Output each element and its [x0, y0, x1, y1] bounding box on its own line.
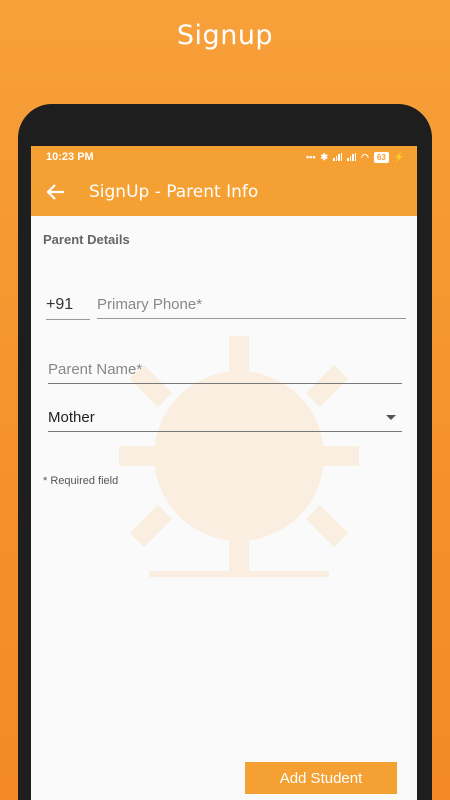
status-time: 10:23 PM	[46, 151, 94, 163]
app-bar: SignUp - Parent Info	[31, 168, 417, 216]
form-content: Parent Details +91 Primary Phone* Parent…	[31, 216, 417, 800]
wifi-icon: ◠	[361, 151, 369, 162]
back-arrow-icon[interactable]	[45, 181, 67, 203]
section-label: Parent Details	[43, 232, 130, 247]
primary-phone-input[interactable]: Primary Phone*	[97, 296, 406, 319]
app-screen: 10:23 PM ••• ✱ ◠ 63 ⚡ SignUp - Parent In…	[31, 146, 417, 800]
app-bar-title: SignUp - Parent Info	[89, 182, 259, 202]
relation-select[interactable]: Mother	[48, 409, 402, 432]
status-icons: ••• ✱ ◠ 63 ⚡	[306, 151, 405, 163]
signal-icon-2	[347, 153, 357, 161]
bluetooth-icon: ✱	[320, 151, 329, 162]
signal-icon	[333, 153, 343, 161]
battery-icon: 63	[373, 151, 389, 163]
relation-value: Mother	[48, 409, 95, 426]
required-note: * Required field	[43, 475, 119, 487]
country-code[interactable]: +91	[46, 296, 90, 320]
status-bar: 10:23 PM ••• ✱ ◠ 63 ⚡	[31, 146, 417, 168]
promo-title: Signup	[176, 20, 274, 51]
more-dots-icon: •••	[306, 152, 316, 162]
charging-icon: ⚡	[393, 151, 405, 162]
dropdown-arrow-icon	[386, 415, 396, 420]
parent-name-input[interactable]: Parent Name*	[48, 361, 402, 384]
add-student-button[interactable]: Add Student	[245, 762, 397, 794]
